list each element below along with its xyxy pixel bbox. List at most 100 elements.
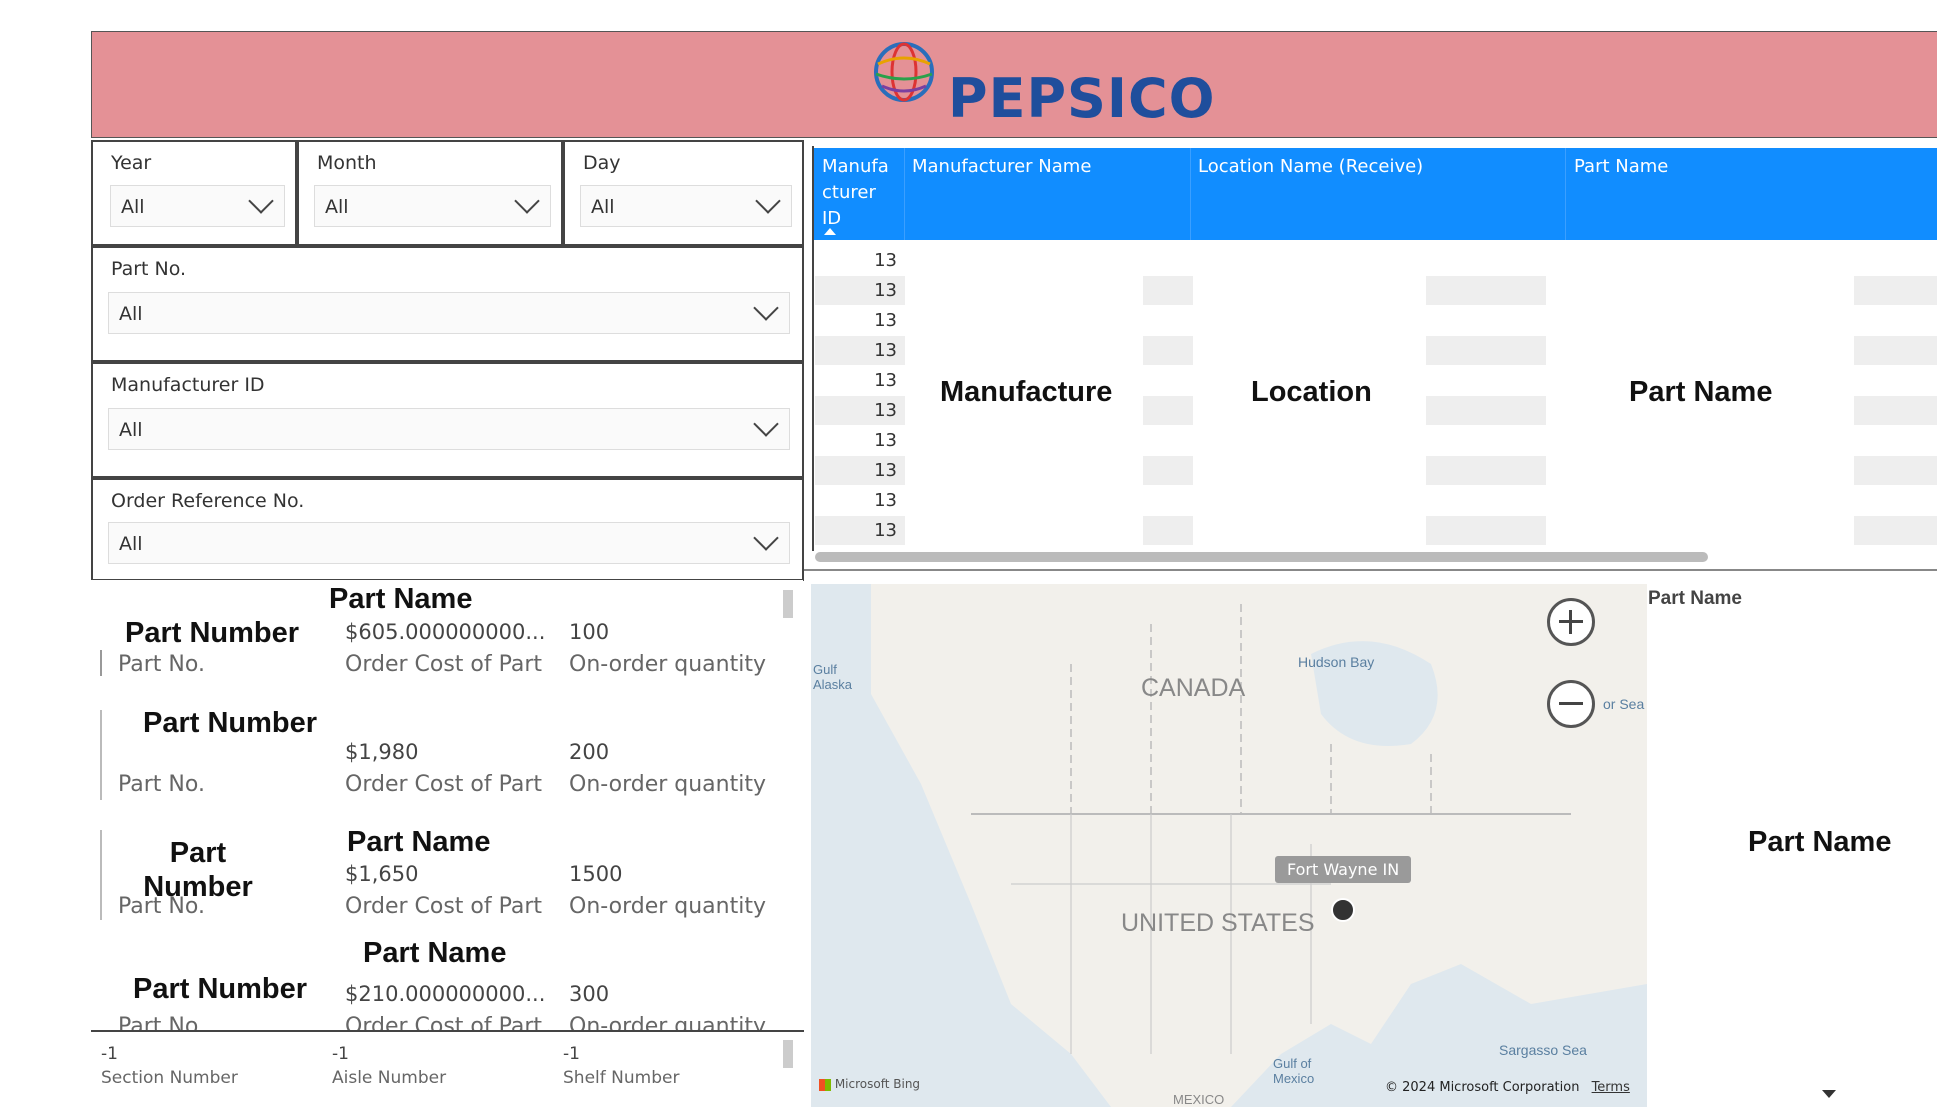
col-manufacturer-name[interactable]: Manufacturer Name <box>912 154 1091 180</box>
table-cell-manufacturer-id: 13 <box>874 430 897 451</box>
aisle-number-value: -1 <box>332 1044 349 1064</box>
card-quantity: 1500 <box>569 862 623 886</box>
cards-scrollbar[interactable] <box>783 590 793 618</box>
table-cell-manufacturer-id: 13 <box>874 490 897 511</box>
minus-icon <box>1559 702 1583 705</box>
table-cell-manufacturer-id: 13 <box>874 370 897 391</box>
zoom-in-button[interactable] <box>1547 598 1595 646</box>
table-cell-manufacturer-id: 13 <box>815 276 905 305</box>
col-manufacturer-id[interactable]: Manufa cturer ID <box>822 154 902 232</box>
table-header: Manufa cturer ID Manufacturer Name Locat… <box>814 148 1937 240</box>
card-accent-bar <box>100 830 102 920</box>
card-quantity: 100 <box>569 620 610 644</box>
chevron-down-icon <box>753 525 779 551</box>
part-no-value: All <box>119 303 143 325</box>
table-cell-placeholder <box>1143 516 1193 545</box>
card-order-cost: $1,980 <box>345 740 419 764</box>
table-cell-manufacturer-id: 13 <box>874 250 897 271</box>
col-location-name[interactable]: Location Name (Receive) <box>1198 154 1423 180</box>
right-panel-header: Part Name <box>1648 588 1742 609</box>
manufacture-overlay-label: Manufacture <box>940 376 1113 408</box>
horizontal-scrollbar[interactable] <box>815 552 1708 562</box>
order-ref-value: All <box>119 533 143 555</box>
sort-ascending-icon[interactable] <box>824 228 836 235</box>
part-no-slicer: Part No. All <box>91 246 804 362</box>
card-part-number: Part Number <box>133 973 308 1005</box>
location-overlay-label: Location <box>1251 376 1372 408</box>
table-cell-placeholder <box>1854 336 1937 365</box>
card-part-name: Part Name <box>329 583 473 615</box>
part-no-dropdown[interactable]: All <box>108 292 790 334</box>
table-left-border <box>812 146 814 551</box>
part-name-overlay-label: Part Name <box>1629 376 1773 408</box>
dropdown-arrow-icon[interactable] <box>1822 1090 1836 1098</box>
pepsico-globe-logo <box>874 42 934 102</box>
table-cell-placeholder <box>1426 516 1546 545</box>
chevron-down-icon <box>755 188 781 214</box>
map-label-canada: CANADA <box>1141 674 1246 702</box>
card-order-cost-label: Order Cost of Part <box>345 1014 543 1030</box>
card-part-no-label: Part No. <box>118 894 205 919</box>
card-part-number: Part Number <box>143 707 318 739</box>
day-dropdown[interactable]: All <box>580 185 792 227</box>
card-part-number: Part Number <box>125 617 300 649</box>
chevron-down-icon <box>753 411 779 437</box>
year-value: All <box>121 196 145 218</box>
table-cell-manufacturer-id: 13 <box>815 396 905 425</box>
table-cell-placeholder <box>1426 396 1546 425</box>
card-quantity-label: On-order quantity <box>569 772 766 797</box>
aisle-number-label: Aisle Number <box>332 1068 447 1088</box>
chevron-down-icon <box>514 188 540 214</box>
manufacturer-id-dropdown[interactable]: All <box>108 408 790 450</box>
card-order-cost: $605.000000000... <box>345 620 546 644</box>
card-quantity-label: On-order quantity <box>569 652 766 677</box>
card-part-name: Part Name <box>363 937 507 969</box>
table-cell-manufacturer-id: 13 <box>874 310 897 331</box>
location-bar-scrollbar[interactable] <box>783 1040 793 1068</box>
location-map[interactable]: CANADA UNITED STATES Hudson Bay Gulf Ala… <box>811 584 1647 1107</box>
card-order-cost-label: Order Cost of Part <box>345 894 543 919</box>
table-cell-manufacturer-id: 13 <box>815 516 905 545</box>
section-number-value: -1 <box>101 1044 118 1064</box>
table-cell-placeholder <box>1854 396 1937 425</box>
col-part-name[interactable]: Part Name <box>1574 154 1668 180</box>
card-part-no-label: Part No. <box>118 772 205 797</box>
windows-icon <box>819 1078 831 1091</box>
map-landmass <box>871 584 1647 1107</box>
chevron-down-icon <box>248 188 274 214</box>
table-cell-manufacturer-id: 13 <box>815 336 905 365</box>
order-ref-slicer: Order Reference No. All <box>91 478 804 581</box>
map-tooltip: Fort Wayne IN <box>1275 856 1412 883</box>
part-no-label: Part No. <box>111 258 187 280</box>
map-label-sargasso: Sargasso Sea <box>1499 1042 1587 1058</box>
part-cards-list: Part Name Part Number $605.000000000... … <box>91 580 803 1030</box>
map-location-marker[interactable] <box>1331 898 1355 922</box>
table-cell-placeholder <box>1854 516 1937 545</box>
map-label-mexico: MEXICO <box>1173 1092 1225 1107</box>
card-order-cost: $210.000000000... <box>345 982 546 1006</box>
table-cell-manufacturer-id: 13 <box>815 456 905 485</box>
month-dropdown[interactable]: All <box>314 185 551 227</box>
order-ref-dropdown[interactable]: All <box>108 522 790 564</box>
shelf-number-label: Shelf Number <box>563 1068 680 1088</box>
year-dropdown[interactable]: All <box>110 185 285 227</box>
card-accent-bar <box>100 650 102 676</box>
manufacturer-id-slicer: Manufacturer ID All <box>91 362 804 478</box>
zoom-out-button[interactable] <box>1547 680 1595 728</box>
month-value: All <box>325 196 349 218</box>
map-copyright: © 2024 Microsoft Corporation Terms <box>1385 1080 1630 1095</box>
day-value: All <box>591 196 615 218</box>
year-slicer: Year All <box>91 140 297 246</box>
terms-link[interactable]: Terms <box>1592 1080 1630 1095</box>
table-cell-placeholder <box>1143 276 1193 305</box>
bing-logo: Microsoft Bing <box>819 1077 920 1091</box>
card-order-cost-label: Order Cost of Part <box>345 772 543 797</box>
table-cell-placeholder <box>1426 336 1546 365</box>
month-label: Month <box>317 152 377 174</box>
card-part-no-label: Part No. <box>118 1014 205 1030</box>
map-label-hudson-bay: Hudson Bay <box>1298 654 1375 670</box>
card-accent-bar <box>100 710 102 800</box>
card-part-no-label: Part No. <box>118 652 205 677</box>
table-cell-placeholder <box>1426 276 1546 305</box>
table-cell-placeholder <box>1143 456 1193 485</box>
